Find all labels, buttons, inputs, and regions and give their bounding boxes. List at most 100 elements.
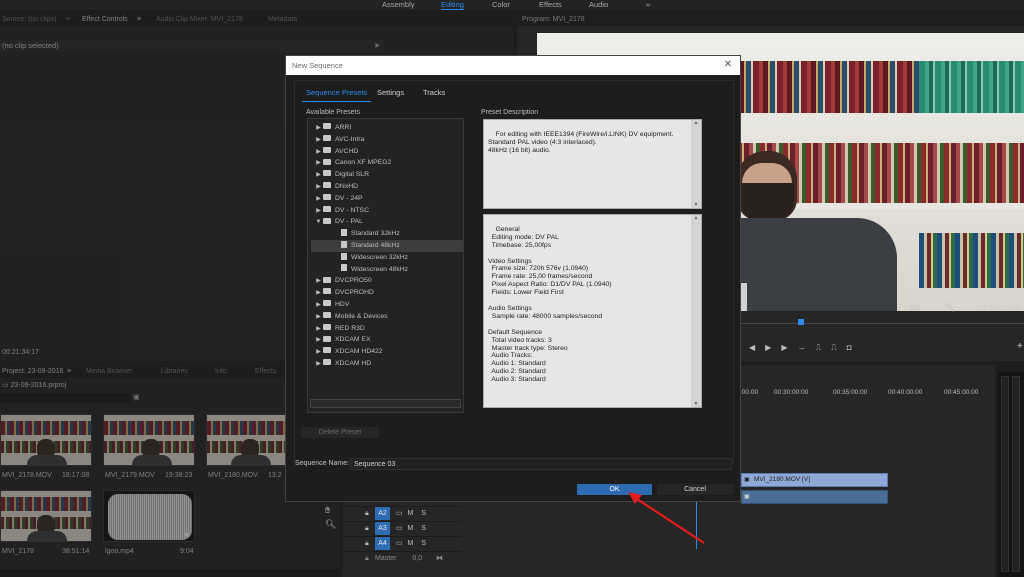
- preset-folder[interactable]: ▼ DV - PAL: [311, 216, 463, 228]
- description-scrollbar[interactable]: ▲ ▼: [691, 120, 701, 208]
- camera-icon[interactable]: ◘: [847, 343, 862, 352]
- thumbnail-mvi-2178-mov[interactable]: [0, 414, 92, 466]
- settings-wrench-icon[interactable]: 🔧︎: [945, 303, 955, 312]
- scroll-up-icon[interactable]: ▲: [691, 215, 701, 221]
- hand-tool-icon[interactable]: ✋︎: [325, 503, 336, 517]
- new-bin-icon[interactable]: ▣: [133, 393, 140, 401]
- lock-icon[interactable]: 🔒︎: [343, 537, 369, 551]
- workspace-tab-audio[interactable]: Audio: [589, 0, 608, 10]
- tab-sequence-presets[interactable]: Sequence Presets: [301, 86, 372, 102]
- tree-horizontal-scrollbar[interactable]: [310, 399, 461, 408]
- tab-effect-controls[interactable]: Effect Controls: [82, 13, 128, 26]
- solo-button[interactable]: S: [421, 525, 426, 532]
- preset-folder[interactable]: ▶ RED R3D: [311, 323, 463, 335]
- extract-icon[interactable]: ⎍: [831, 343, 847, 352]
- preset-folder[interactable]: ▶ AVC-Intra: [311, 134, 463, 146]
- sync-icon[interactable]: ▭: [396, 540, 403, 547]
- scroll-down-icon[interactable]: ▼: [691, 202, 701, 208]
- tab-source[interactable]: Source: (no clips): [2, 13, 56, 26]
- preset-folder[interactable]: ▶ HDV: [311, 299, 463, 311]
- workspace-overflow-icon[interactable]: »: [646, 0, 650, 10]
- tab-menu-icon[interactable]: ≡: [66, 13, 70, 26]
- workspace-tab-color[interactable]: Color: [492, 0, 510, 10]
- thumbnail-lgoo-mp4[interactable]: ▣: [103, 490, 195, 542]
- sequence-name-input[interactable]: Sequence 03: [350, 458, 732, 470]
- video-clip[interactable]: ▣ MVI_2180.MOV [V]: [741, 473, 888, 487]
- track-target-a4[interactable]: A4: [375, 537, 390, 550]
- preset-folder[interactable]: ▶ Mobile & Devices: [311, 311, 463, 323]
- tab-media-browser[interactable]: Media Browser: [86, 365, 133, 378]
- preset-item[interactable]: Widescreen 32kHz: [311, 252, 463, 264]
- preset-folder[interactable]: ▶ Canon XF MPEG2: [311, 157, 463, 169]
- mute-button[interactable]: M: [408, 510, 414, 517]
- playhead-marker-icon[interactable]: [798, 319, 804, 325]
- preset-folder[interactable]: ▶ AVCHD: [311, 146, 463, 158]
- lock-icon[interactable]: 🔒︎: [343, 552, 369, 566]
- preset-folder[interactable]: ▶ DV - 24P: [311, 193, 463, 205]
- sync-icon[interactable]: ▭: [396, 525, 403, 532]
- track-target-a2[interactable]: A2: [375, 507, 390, 520]
- tab-project-menu-icon[interactable]: ≡: [67, 365, 71, 378]
- program-resolution[interactable]: 1/2: [910, 305, 920, 312]
- preset-folder[interactable]: ▶ DVCPROHD: [311, 287, 463, 299]
- preset-folder[interactable]: ▶ XDCAM HD: [311, 358, 463, 370]
- step-back-icon[interactable]: ◀: [749, 343, 765, 352]
- play-icon[interactable]: ▶: [765, 343, 781, 352]
- sync-icon[interactable]: ▭: [396, 510, 403, 517]
- tab-project[interactable]: Project: 23-09-2016: [2, 365, 63, 378]
- step-forward-icon[interactable]: ▶: [781, 343, 797, 352]
- tab-info[interactable]: Info: [215, 365, 227, 378]
- lift-icon[interactable]: ⎍: [815, 343, 831, 352]
- thumbnail-mvi-2178-sequence[interactable]: [0, 490, 92, 542]
- close-icon[interactable]: ✕: [722, 59, 734, 71]
- preset-folder[interactable]: ▶ XDCAM HD422: [311, 346, 463, 358]
- preset-folder[interactable]: ▶ Digital SLR: [311, 169, 463, 181]
- play-arrow-icon[interactable]: ▶: [375, 40, 380, 52]
- preset-description-text: For editing with IEEE1394 (FireWire/i.LI…: [488, 130, 674, 154]
- preset-item[interactable]: Widescreen 48kHz: [311, 264, 463, 276]
- tab-metadata[interactable]: Metadata: [268, 13, 297, 26]
- preset-label: AVC-Intra: [335, 135, 365, 143]
- preset-folder[interactable]: ▶ DVCPRO50: [311, 275, 463, 287]
- preset-item[interactable]: Standard 32kHz: [311, 228, 463, 240]
- mute-button[interactable]: M: [408, 540, 414, 547]
- preset-folder[interactable]: ▶ DV - NTSC: [311, 205, 463, 217]
- audio-clip[interactable]: ▣: [741, 490, 888, 504]
- scroll-down-icon[interactable]: ▼: [691, 401, 701, 407]
- delete-preset-button[interactable]: Delete Preset: [301, 427, 379, 438]
- mute-button[interactable]: M: [408, 525, 414, 532]
- tab-effects[interactable]: Effects: [255, 365, 276, 378]
- scroll-up-icon[interactable]: ▲: [691, 120, 701, 126]
- track-target-a3[interactable]: A3: [375, 522, 390, 535]
- folder-icon: [323, 146, 331, 153]
- preset-item[interactable]: Standard 48kHz: [311, 240, 463, 252]
- lock-icon[interactable]: 🔒︎: [343, 522, 369, 536]
- program-scrub-bar[interactable]: [741, 323, 1024, 324]
- preset-folder[interactable]: ▶ DNxHD: [311, 181, 463, 193]
- tab-tracks[interactable]: Tracks: [423, 86, 445, 99]
- chevron-right-icon[interactable]: ▶: [314, 359, 323, 371]
- preset-folder[interactable]: ▶ XDCAM EX: [311, 334, 463, 346]
- go-to-out-icon[interactable]: →: [797, 343, 815, 352]
- tab-libraries[interactable]: Libraries: [161, 365, 188, 378]
- solo-button[interactable]: S: [421, 540, 426, 547]
- program-title[interactable]: Program: MVI_2178: [522, 13, 585, 26]
- preset-folder[interactable]: ▶ ARRI: [311, 122, 463, 134]
- zoom-tool-icon[interactable]: 🔍︎: [325, 517, 336, 531]
- master-value[interactable]: 0,0: [412, 555, 422, 562]
- workspace-tab-editing[interactable]: Editing: [441, 0, 464, 10]
- project-search-input[interactable]: [0, 393, 130, 403]
- solo-button[interactable]: S: [421, 510, 426, 517]
- master-end-icon[interactable]: ⧓: [436, 555, 443, 562]
- details-scrollbar[interactable]: ▲ ▼: [691, 215, 701, 407]
- thumbnail-mvi-2179-mov[interactable]: [103, 414, 195, 466]
- tab-audio-clip-mixer[interactable]: Audio Clip Mixer: MVI_2178: [156, 13, 243, 26]
- workspace-tab-assembly[interactable]: Assembly: [382, 0, 415, 10]
- tab-effect-controls-menu-icon[interactable]: ≡: [137, 13, 141, 26]
- preset-label: DVCPROHD: [335, 289, 374, 297]
- add-button-icon[interactable]: +: [1017, 341, 1023, 352]
- lock-icon[interactable]: 🔒︎: [343, 507, 369, 521]
- tab-settings[interactable]: Settings: [377, 86, 404, 99]
- workspace-tab-effects[interactable]: Effects: [539, 0, 562, 10]
- preset-label: RED R3D: [335, 324, 365, 332]
